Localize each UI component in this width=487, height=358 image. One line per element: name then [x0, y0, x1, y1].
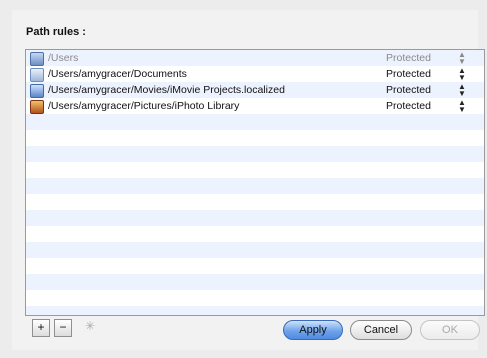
section-title: Path rules : — [26, 26, 86, 38]
rule-path: /Users/amygracer/Movies/iMovie Projects.… — [48, 84, 285, 96]
status-stepper[interactable]: ▲ ▼ — [456, 98, 468, 114]
status-stepper[interactable]: ▲ ▼ — [456, 50, 468, 66]
empty-row — [26, 274, 484, 290]
table-row[interactable]: /Users/amygracer/Documents Protected ▲ ▼ — [26, 66, 484, 82]
empty-row — [26, 258, 484, 274]
empty-row — [26, 178, 484, 194]
cancel-button[interactable]: Cancel — [350, 320, 412, 340]
rule-status: Protected — [386, 68, 431, 80]
empty-row — [26, 210, 484, 226]
remove-rule-button[interactable]: − — [54, 319, 72, 337]
path-rules-table[interactable]: /Users Protected ▲ ▼ /Users/amygracer/Doc… — [25, 49, 485, 316]
empty-row — [26, 114, 484, 130]
empty-row — [26, 242, 484, 258]
empty-row — [26, 194, 484, 210]
apply-button[interactable]: Apply — [283, 320, 343, 340]
documents-folder-icon — [30, 68, 44, 82]
add-rule-button[interactable]: + — [32, 319, 50, 337]
table-row[interactable]: /Users Protected ▲ ▼ — [26, 50, 484, 66]
rule-status: Protected — [386, 84, 431, 96]
rule-status: Protected — [386, 52, 431, 64]
table-row[interactable]: /Users/amygracer/Movies/iMovie Projects.… — [26, 82, 484, 98]
ok-button[interactable]: OK — [420, 320, 480, 340]
users-folder-icon — [30, 52, 44, 66]
status-stepper[interactable]: ▲ ▼ — [456, 66, 468, 82]
iphoto-library-icon — [30, 100, 44, 114]
empty-row — [26, 162, 484, 178]
rule-path: /Users — [48, 52, 79, 64]
empty-row — [26, 130, 484, 146]
empty-row — [26, 306, 484, 315]
rule-path: /Users/amygracer/Documents — [48, 68, 187, 80]
empty-row — [26, 290, 484, 306]
status-stepper[interactable]: ▲ ▼ — [456, 82, 468, 98]
empty-row — [26, 226, 484, 242]
movies-folder-icon — [30, 84, 44, 98]
rule-path: /Users/amygracer/Pictures/iPhoto Library — [48, 100, 240, 112]
progress-spinner-icon: ✳ — [84, 319, 96, 333]
table-row[interactable]: /Users/amygracer/Pictures/iPhoto Library… — [26, 98, 484, 114]
rule-status: Protected — [386, 100, 431, 112]
empty-row — [26, 146, 484, 162]
